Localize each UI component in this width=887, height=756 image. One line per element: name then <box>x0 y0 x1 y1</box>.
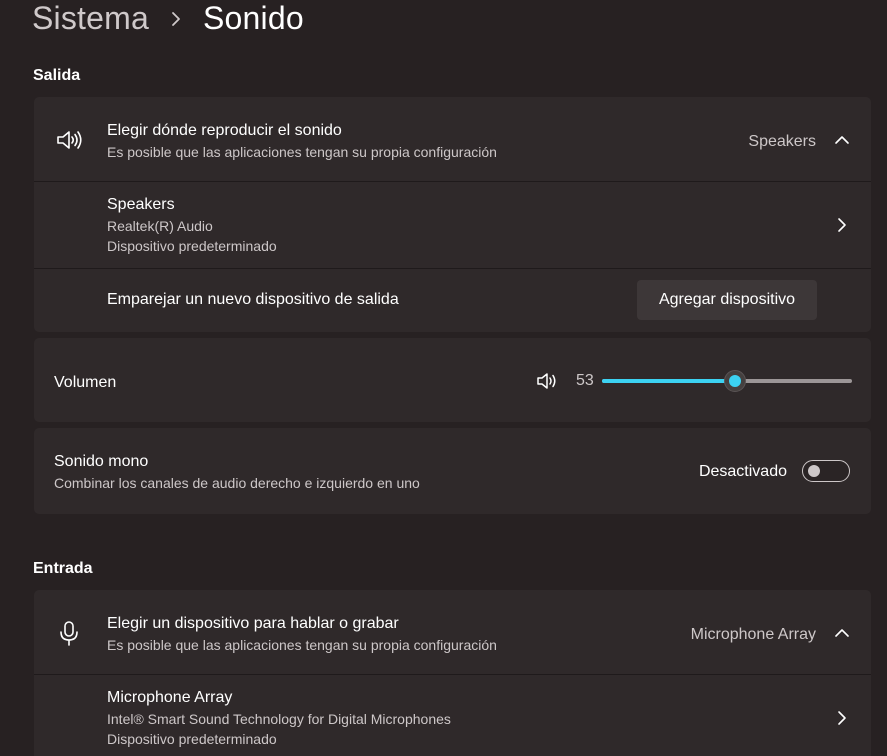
input-device-card: Elegir un dispositivo para hablar o grab… <box>34 590 871 756</box>
mono-audio-card: Sonido mono Combinar los canales de audi… <box>34 428 871 514</box>
breadcrumb-parent[interactable]: Sistema <box>32 0 149 37</box>
input-device-driver: Intel® Smart Sound Technology for Digita… <box>107 711 451 727</box>
choose-input-title: Elegir un dispositivo para hablar o grab… <box>107 615 399 632</box>
page-title: Sonido <box>203 0 304 36</box>
speaker-icon[interactable] <box>532 366 562 396</box>
choose-input-device-row[interactable]: Elegir un dispositivo para hablar o grab… <box>34 590 871 674</box>
volume-slider-track[interactable] <box>602 370 852 392</box>
section-title-input: Entrada <box>33 560 93 577</box>
breadcrumb-separator <box>149 0 203 37</box>
output-device-card: Elegir dónde reproducir el sonido Es pos… <box>34 97 871 332</box>
volume-label: Volumen <box>54 374 117 391</box>
input-device-status: Dispositivo predeterminado <box>107 731 277 747</box>
pair-output-device-row: Emparejar un nuevo dispositivo de salida… <box>34 269 871 332</box>
chevron-up-icon[interactable] <box>832 130 852 150</box>
choose-output-device-row[interactable]: Elegir dónde reproducir el sonido Es pos… <box>34 97 871 181</box>
volume-slider-thumb[interactable] <box>723 370 746 392</box>
chevron-up-icon[interactable] <box>832 623 852 643</box>
output-device-driver: Realtek(R) Audio <box>107 218 213 234</box>
selected-input-device: Microphone Array <box>690 626 816 643</box>
chevron-right-icon[interactable] <box>832 215 852 235</box>
volume-slider-fill <box>602 379 735 383</box>
input-device-microphone[interactable]: Microphone Array Intel® Smart Sound Tech… <box>34 675 871 756</box>
pair-output-label: Emparejar un nuevo dispositivo de salida <box>107 291 399 308</box>
selected-output-device: Speakers <box>748 133 816 150</box>
volume-card: Volumen 53 <box>34 338 871 422</box>
sound-settings-page: Sistema Sonido Salida Elegir dónde repro… <box>0 0 887 756</box>
mono-state-label: Desactivado <box>698 463 787 480</box>
speaker-icon <box>54 125 84 155</box>
mono-title: Sonido mono <box>54 453 149 470</box>
output-device-speakers[interactable]: Speakers Realtek(R) Audio Dispositivo pr… <box>34 182 871 268</box>
breadcrumb: Sistema Sonido <box>32 0 304 40</box>
chevron-right-icon[interactable] <box>832 708 852 728</box>
mono-subtitle: Combinar los canales de audio derecho e … <box>54 475 420 491</box>
choose-output-subtitle: Es posible que las aplicaciones tengan s… <box>107 144 497 160</box>
section-title-output: Salida <box>33 67 81 84</box>
volume-value: 53 <box>576 372 594 389</box>
chevron-right-icon <box>172 11 180 26</box>
add-device-button[interactable]: Agregar dispositivo <box>637 280 817 320</box>
mono-toggle[interactable] <box>802 460 850 482</box>
output-device-name: Speakers <box>107 196 175 213</box>
output-device-status: Dispositivo predeterminado <box>107 238 277 254</box>
microphone-icon <box>54 618 84 648</box>
volume-slider-thumb-center <box>728 375 741 387</box>
choose-output-title: Elegir dónde reproducir el sonido <box>107 122 342 139</box>
mono-toggle-knob <box>808 465 820 477</box>
choose-input-subtitle: Es posible que las aplicaciones tengan s… <box>107 637 497 653</box>
input-device-name: Microphone Array <box>107 689 233 706</box>
